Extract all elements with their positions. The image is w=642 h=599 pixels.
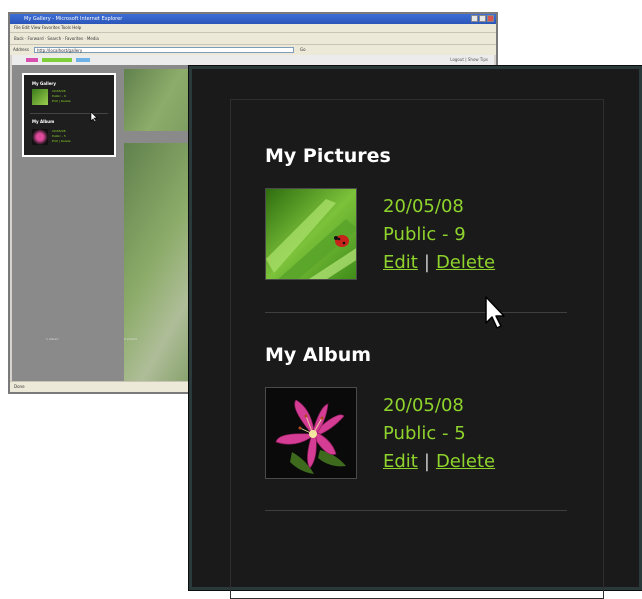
album-info-my-album: 20/05/08 Public - 5 Edit | Delete: [383, 392, 495, 476]
login-links[interactable]: Logout | Show Tips: [450, 57, 488, 63]
mini-album-panel: My Gallery 20/05/08 Public - 9 Edit | De…: [22, 73, 116, 157]
browser-menubar[interactable]: File Edit View Favorites Tools Help: [10, 24, 496, 32]
album-info-my-pictures: 20/05/08 Public - 9 Edit | Delete: [383, 193, 495, 277]
tab-pink[interactable]: [26, 58, 38, 62]
tab-green[interactable]: [42, 58, 72, 62]
mini-cursor-icon: [90, 111, 98, 123]
delete-link[interactable]: Delete: [436, 252, 495, 273]
album-date: 20/05/08: [383, 196, 464, 217]
album-visibility: Public - 5: [383, 423, 466, 444]
maximize-icon[interactable]: [479, 15, 486, 22]
browser-titlebar: My Gallery - Microsoft Internet Explorer: [10, 14, 496, 24]
mini-album-info-2: 20/05/08 Public - 5 Edit | Delete: [52, 129, 71, 144]
mouse-pointer-icon: [485, 296, 505, 329]
album-actions: Edit | Delete: [383, 448, 495, 476]
ladybug-thumbnail[interactable]: [265, 188, 357, 280]
mini-actions-1[interactable]: Edit | Delete: [52, 99, 71, 104]
album-title-my-album[interactable]: My Album: [265, 344, 371, 366]
browser-title: My Gallery - Microsoft Internet Explorer: [24, 16, 123, 22]
mini-thumb-lily[interactable]: [32, 129, 48, 145]
album-actions: Edit | Delete: [383, 249, 495, 277]
edit-link[interactable]: Edit: [383, 252, 418, 273]
action-separator: |: [423, 252, 430, 273]
lily-thumbnail[interactable]: [265, 387, 357, 479]
mini-album-info-1: 20/05/08 Public - 9 Edit | Delete: [52, 89, 71, 104]
action-separator: |: [423, 451, 430, 472]
page-tabs-row: Logout | Show Tips: [12, 55, 494, 65]
edit-link[interactable]: Edit: [383, 451, 418, 472]
album-visibility: Public - 9: [383, 224, 466, 245]
album-list-zoom-panel: My Pictures 20/05/08 Public - 9 Edit | Del…: [189, 66, 642, 599]
go-button[interactable]: Go: [300, 47, 306, 53]
address-label: Address: [13, 47, 29, 52]
mini-thumb-grass[interactable]: [32, 89, 48, 105]
browser-address-bar: Address http://localhost/gallery Go: [10, 44, 496, 55]
mini-actions-2[interactable]: Edit | Delete: [52, 139, 71, 144]
mini-album-title-2: My Album: [32, 119, 55, 124]
album-divider: [265, 510, 567, 511]
ladybug-image-icon: [266, 189, 356, 279]
address-input[interactable]: http://localhost/gallery: [34, 47, 294, 53]
album-title-my-pictures[interactable]: My Pictures: [265, 145, 391, 167]
album-date: 20/05/08: [383, 395, 464, 416]
mini-album-title-1: My Gallery: [32, 81, 56, 86]
footer-right-text: 9 photos: [124, 337, 138, 341]
lily-image-icon: [266, 388, 356, 478]
album-divider: [265, 312, 567, 313]
delete-link[interactable]: Delete: [436, 451, 495, 472]
minimize-icon[interactable]: [471, 15, 478, 22]
tab-blue[interactable]: [76, 58, 90, 62]
footer-left-text: 1 Album: [46, 337, 59, 341]
close-icon[interactable]: [487, 15, 494, 22]
window-controls: [471, 15, 494, 22]
